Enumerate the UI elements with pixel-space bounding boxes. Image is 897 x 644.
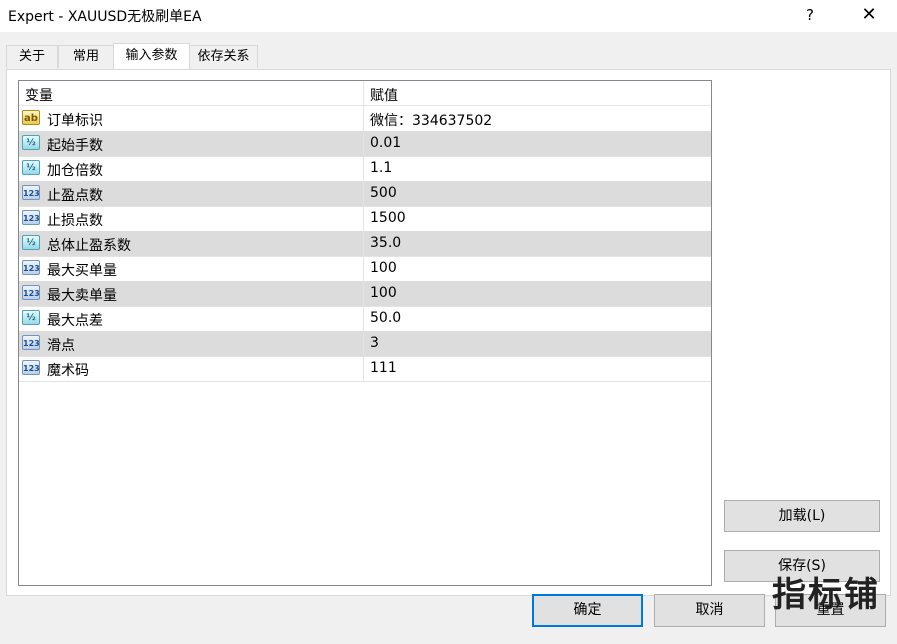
table-row[interactable]: 123 止盈点数 500	[19, 181, 711, 207]
tab-common[interactable]: 常用	[58, 45, 114, 68]
table-row[interactable]: ½ 总体止盈系数 35.0	[19, 231, 711, 257]
row-name: 止损点数	[47, 213, 103, 229]
row-value[interactable]: 35.0	[370, 235, 401, 251]
row-name: 最大买单量	[47, 263, 117, 279]
row-value[interactable]: 100	[370, 260, 397, 276]
row-value[interactable]: 0.01	[370, 135, 401, 151]
cell-divider	[363, 331, 364, 356]
cancel-button[interactable]: 取消	[654, 594, 765, 627]
inputs-grid[interactable]: 变量 赋值 ab 订单标识 微信：334637502 ½ 起始手数 0.01 ½…	[18, 80, 712, 586]
row-value[interactable]: 100	[370, 285, 397, 301]
row-name: 最大卖单量	[47, 288, 117, 304]
header-value[interactable]: 赋值	[370, 85, 398, 105]
integer-type-icon: 123	[22, 210, 40, 225]
cell-divider	[363, 156, 364, 181]
cell-divider	[363, 131, 364, 156]
cell-divider	[363, 306, 364, 331]
dialog-client: 关于 常用 输入参数 依存关系 变量 赋值 ab 订单标识 微信：3346375…	[0, 32, 897, 644]
tab-about[interactable]: 关于	[6, 45, 58, 68]
table-row[interactable]: 123 滑点 3	[19, 331, 711, 357]
cell-divider	[363, 106, 364, 131]
grid-header: 变量 赋值	[19, 81, 711, 106]
tab-inputs[interactable]: 输入参数	[113, 43, 190, 69]
table-row[interactable]: 123 最大卖单量 100	[19, 281, 711, 307]
cell-divider	[363, 356, 364, 381]
row-value[interactable]: 500	[370, 185, 397, 201]
window-title: Expert - XAUUSD无极刷单EA	[8, 9, 202, 25]
row-name: 最大点差	[47, 313, 103, 329]
double-type-icon: ½	[22, 160, 40, 175]
row-name: 加仓倍数	[47, 163, 103, 179]
row-name: 总体止盈系数	[47, 238, 131, 254]
cell-divider	[363, 181, 364, 206]
integer-type-icon: 123	[22, 185, 40, 200]
integer-type-icon: 123	[22, 360, 40, 375]
string-type-icon: ab	[22, 110, 40, 125]
close-button[interactable]: ✕	[846, 0, 892, 30]
row-name: 滑点	[47, 338, 75, 354]
row-name: 订单标识	[47, 113, 103, 129]
tab-dependencies[interactable]: 依存关系	[189, 45, 258, 68]
table-row[interactable]: 123 最大买单量 100	[19, 256, 711, 282]
help-button[interactable]: ?	[790, 0, 830, 30]
cell-divider	[363, 281, 364, 306]
integer-type-icon: 123	[22, 335, 40, 350]
title-bar: Expert - XAUUSD无极刷单EA ? ✕	[0, 0, 897, 32]
table-row[interactable]: ½ 起始手数 0.01	[19, 131, 711, 157]
table-row[interactable]: ½ 加仓倍数 1.1	[19, 156, 711, 182]
row-value[interactable]: 微信：334637502	[370, 110, 492, 130]
row-value[interactable]: 1500	[370, 210, 406, 226]
double-type-icon: ½	[22, 235, 40, 250]
row-name: 止盈点数	[47, 188, 103, 204]
double-type-icon: ½	[22, 135, 40, 150]
cell-divider	[363, 231, 364, 256]
column-divider[interactable]	[363, 81, 364, 105]
row-value[interactable]: 1.1	[370, 160, 392, 176]
table-row[interactable]: 123 魔术码 111	[19, 356, 711, 382]
row-value[interactable]: 50.0	[370, 310, 401, 326]
row-value[interactable]: 111	[370, 360, 397, 376]
tab-panel-inputs: 变量 赋值 ab 订单标识 微信：334637502 ½ 起始手数 0.01 ½…	[6, 69, 891, 596]
cell-divider	[363, 256, 364, 281]
load-button[interactable]: 加载(L)	[724, 500, 880, 532]
row-value[interactable]: 3	[370, 335, 379, 351]
header-variable[interactable]: 变量	[25, 85, 53, 105]
ok-button[interactable]: 确定	[532, 594, 643, 627]
cell-divider	[363, 206, 364, 231]
integer-type-icon: 123	[22, 260, 40, 275]
watermark-logo: 指标铺	[772, 575, 880, 615]
table-row[interactable]: ½ 最大点差 50.0	[19, 306, 711, 332]
row-name: 魔术码	[47, 363, 89, 379]
double-type-icon: ½	[22, 310, 40, 325]
table-row[interactable]: ab 订单标识 微信：334637502	[19, 106, 711, 132]
row-name: 起始手数	[47, 138, 103, 154]
table-row[interactable]: 123 止损点数 1500	[19, 206, 711, 232]
integer-type-icon: 123	[22, 285, 40, 300]
